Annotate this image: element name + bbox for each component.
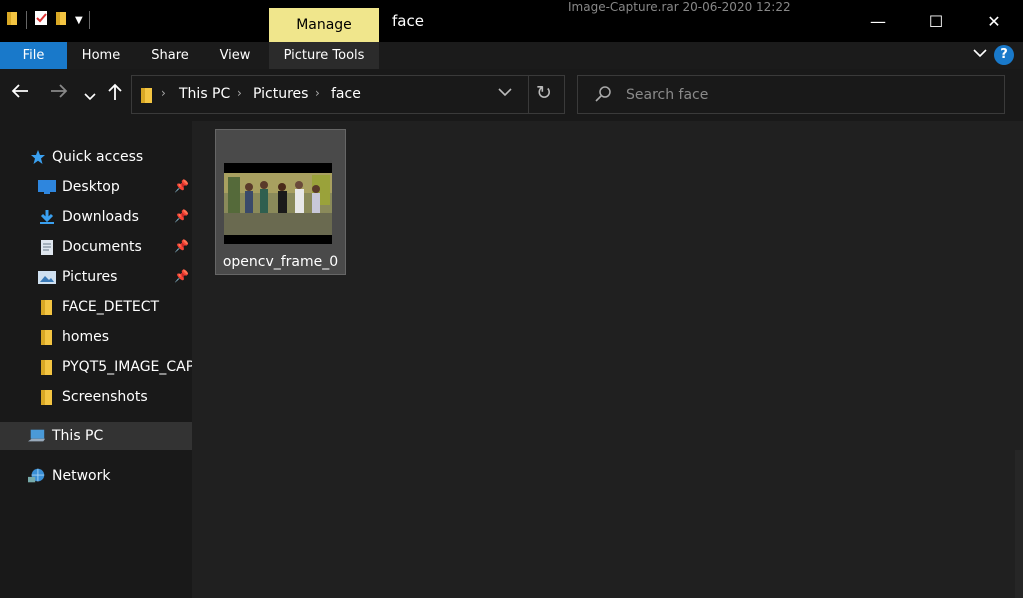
sidebar-item-homes[interactable]: homes — [0, 323, 192, 351]
properties-icon[interactable] — [33, 10, 49, 30]
star-icon — [29, 148, 47, 166]
search-box[interactable] — [577, 75, 1005, 114]
pictures-icon — [38, 268, 56, 286]
desktop-icon — [38, 178, 56, 196]
divider — [528, 76, 529, 113]
search-input[interactable] — [626, 84, 986, 106]
chevron-right-icon[interactable]: › — [237, 86, 242, 100]
folder-icon[interactable] — [6, 10, 20, 30]
tab-picture-tools[interactable]: Picture Tools — [269, 42, 379, 69]
search-icon — [594, 85, 612, 107]
downloads-icon — [38, 208, 56, 226]
breadcrumb-this-pc[interactable]: This PC — [179, 86, 230, 102]
pin-icon[interactable]: 📌 — [174, 209, 189, 223]
recent-locations-button[interactable] — [84, 86, 96, 107]
tab-view[interactable]: View — [205, 42, 265, 69]
background-window-edge — [1015, 450, 1023, 598]
new-folder-icon[interactable] — [55, 10, 69, 30]
sidebar-item-pictures[interactable]: Pictures 📌 — [0, 263, 192, 291]
minimize-button[interactable]: — — [849, 0, 907, 42]
close-button[interactable]: ✕ — [965, 0, 1023, 42]
folder-icon — [140, 86, 154, 108]
tab-share[interactable]: Share — [135, 42, 205, 69]
sidebar-item-label: Documents — [62, 239, 142, 255]
sidebar-item-label: homes — [62, 329, 109, 345]
sidebar-item-label: Downloads — [62, 209, 139, 225]
customize-toolbar-icon[interactable]: ▼ — [75, 15, 83, 26]
toolbar-divider — [88, 11, 90, 29]
chevron-right-icon[interactable]: › — [315, 86, 320, 100]
forward-button[interactable] — [50, 83, 68, 104]
sidebar-item-label: PYQT5_IMAGE_CAPTURE — [62, 359, 192, 375]
pin-icon[interactable]: 📌 — [174, 179, 189, 193]
sidebar-item-label: This PC — [52, 428, 104, 444]
sidebar-item-pyqt5-image-capture[interactable]: PYQT5_IMAGE_CAPTURE — [0, 353, 192, 381]
image-thumbnail — [224, 163, 332, 244]
file-item[interactable]: opencv_frame_0 — [215, 129, 346, 275]
documents-icon — [38, 238, 56, 256]
sidebar-item-label: Screenshots — [62, 389, 148, 405]
tab-home[interactable]: Home — [67, 42, 135, 69]
navigation-bar: › This PC › Pictures › face ↻ — [0, 69, 1023, 121]
folder-icon — [38, 298, 56, 316]
sidebar-item-network[interactable]: Network — [0, 462, 192, 490]
sidebar-item-label: Pictures — [62, 269, 118, 285]
expand-ribbon-icon[interactable] — [973, 46, 987, 62]
title-bar: ▼ Manage face Image-Capture.rar 20-06-20… — [0, 0, 1023, 42]
folder-icon — [38, 328, 56, 346]
sidebar-item-screenshots[interactable]: Screenshots — [0, 383, 192, 411]
refresh-icon[interactable]: ↻ — [536, 82, 552, 104]
sidebar-item-face-detect[interactable]: FACE_DETECT — [0, 293, 192, 321]
breadcrumb-face[interactable]: face — [331, 86, 361, 102]
sidebar-item-documents[interactable]: Documents 📌 — [0, 233, 192, 261]
computer-icon — [28, 427, 46, 445]
chevron-down-icon[interactable] — [498, 85, 512, 101]
up-button[interactable] — [107, 83, 123, 106]
quick-access-toolbar: ▼ — [6, 10, 90, 30]
chevron-right-icon: › — [161, 86, 166, 100]
manage-tab[interactable]: Manage — [269, 8, 379, 42]
file-name: opencv_frame_0 — [222, 254, 339, 270]
tab-file[interactable]: File — [0, 42, 67, 69]
breadcrumb-pictures[interactable]: Pictures — [253, 86, 308, 102]
address-bar[interactable]: › This PC › Pictures › face ↻ — [131, 75, 565, 114]
sidebar-item-label: Network — [52, 468, 111, 484]
sidebar-item-quick-access[interactable]: Quick access — [0, 143, 192, 171]
pin-icon[interactable]: 📌 — [174, 269, 189, 283]
sidebar-item-downloads[interactable]: Downloads 📌 — [0, 203, 192, 231]
network-icon — [28, 467, 46, 485]
sidebar-item-label: Desktop — [62, 179, 120, 195]
ribbon-tabs: File Home Share View Picture Tools ? — [0, 42, 1023, 69]
folder-icon — [38, 388, 56, 406]
navigation-pane: Quick access Desktop 📌 Downloads 📌 Docum… — [0, 121, 192, 598]
toolbar-divider — [26, 11, 27, 29]
help-button[interactable]: ? — [994, 45, 1014, 65]
window-title: face — [392, 12, 424, 30]
maximize-button[interactable]: ☐ — [907, 0, 965, 42]
pin-icon[interactable]: 📌 — [174, 239, 189, 253]
sidebar-item-label: Quick access — [52, 149, 144, 165]
back-button[interactable] — [11, 83, 29, 104]
sidebar-item-label: FACE_DETECT — [62, 299, 160, 315]
window-controls: — ☐ ✕ — [849, 0, 1023, 42]
sidebar-item-this-pc[interactable]: This PC — [0, 422, 192, 450]
sidebar-item-desktop[interactable]: Desktop 📌 — [0, 173, 192, 201]
folder-icon — [38, 358, 56, 376]
file-list-pane[interactable]: opencv_frame_0 — [192, 121, 1023, 598]
background-window-text: Image-Capture.rar 20-06-2020 12:22 — [568, 0, 791, 14]
